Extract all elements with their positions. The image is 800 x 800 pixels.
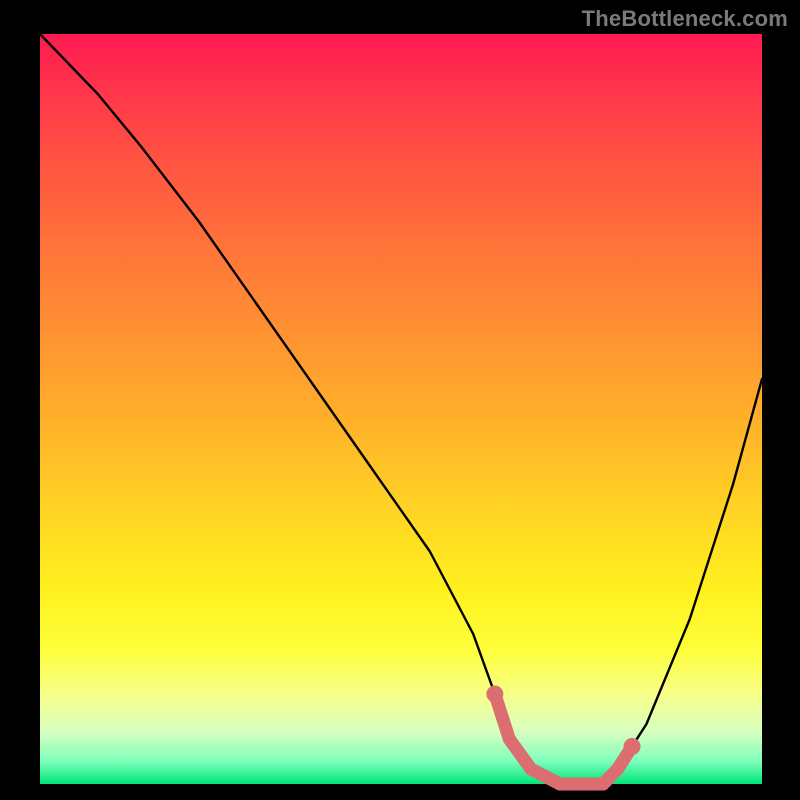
highlight-trough (486, 686, 640, 785)
chart-frame: TheBottleneck.com (0, 0, 800, 800)
v-curve-line (40, 34, 762, 784)
highlight-end-dot (624, 738, 641, 755)
watermark-text: TheBottleneck.com (582, 6, 788, 32)
highlight-end-dot (486, 686, 503, 703)
plot-area (40, 34, 762, 784)
curve-svg (40, 34, 762, 784)
